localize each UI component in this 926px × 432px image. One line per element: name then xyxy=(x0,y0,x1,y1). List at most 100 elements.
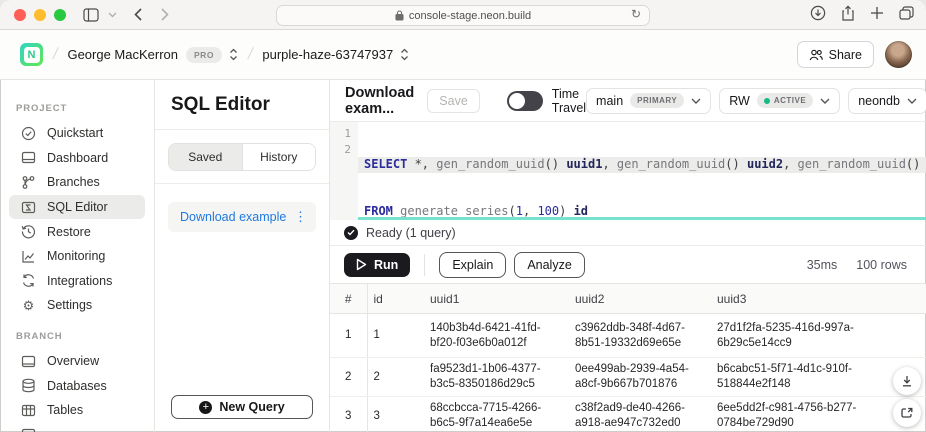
play-icon xyxy=(356,258,367,271)
save-button[interactable]: Save xyxy=(427,89,480,113)
reload-icon[interactable]: ↻ xyxy=(631,7,641,21)
new-query-button[interactable]: + New Query xyxy=(171,395,313,419)
check-circle-icon xyxy=(21,126,36,141)
address-bar[interactable]: console-stage.neon.build ↻ xyxy=(276,5,650,26)
code-editor[interactable]: 1 2 SELECT *, gen_random_uuid() uuid1, g… xyxy=(330,122,926,217)
tab-saved[interactable]: Saved xyxy=(169,144,242,170)
sidebar-item-sql-editor[interactable]: SQL Editor xyxy=(9,195,145,220)
line-number: 2 xyxy=(330,142,351,158)
column-header-index[interactable]: # xyxy=(330,284,367,314)
sidebar-item-dashboard[interactable]: Dashboard xyxy=(9,146,145,171)
active-badge: ACTIVE xyxy=(757,93,813,108)
tab-history[interactable]: History xyxy=(242,144,316,170)
sidebar-heading-project: PROJECT xyxy=(0,103,154,121)
browser-chrome: console-stage.neon.build ↻ xyxy=(0,0,926,30)
chevron-down-icon xyxy=(691,98,701,104)
chevron-down-icon xyxy=(907,98,917,104)
tab-overview-icon[interactable] xyxy=(899,6,914,25)
column-header-uuid1[interactable]: uuid1 xyxy=(418,284,563,314)
compute-select[interactable]: RW ACTIVE xyxy=(719,88,840,114)
column-header-id[interactable]: id xyxy=(367,284,418,314)
avatar[interactable] xyxy=(885,41,912,68)
table-row[interactable]: 1 1 140b3b4d-6421-41fd-bf20-f03e6b0a012f… xyxy=(330,314,926,358)
zoom-window-button[interactable] xyxy=(54,9,66,21)
close-window-button[interactable] xyxy=(14,9,26,21)
sidebar-item-quickstart[interactable]: Quickstart xyxy=(9,121,145,146)
sidebar: PROJECT Quickstart Dashboard Branches SQ… xyxy=(0,80,155,432)
minimize-window-button[interactable] xyxy=(34,9,46,21)
sidebar-item-monitoring[interactable]: Monitoring xyxy=(9,244,145,269)
history-clock-icon xyxy=(21,224,36,239)
time-travel-label: Time Travel xyxy=(552,87,586,115)
results-table-container: # id uuid1 uuid2 uuid3 1 1 140b3b4d-6421… xyxy=(330,283,926,432)
explain-button[interactable]: Explain xyxy=(439,252,506,278)
sidebar-item-partial[interactable] xyxy=(9,423,145,432)
window-icon xyxy=(21,150,36,165)
saved-query-item[interactable]: Download example ⋮ xyxy=(168,202,316,232)
share-button[interactable]: Share xyxy=(797,41,874,68)
column-header-uuid3[interactable]: uuid3 xyxy=(705,284,926,314)
toggle-knob xyxy=(509,93,525,109)
table-row[interactable]: 2 2 fa9523d1-1b06-4377-b3c5-8350186d29c5… xyxy=(330,358,926,397)
downloads-icon[interactable] xyxy=(810,5,826,26)
active-dot-icon xyxy=(764,98,770,104)
plus-circle-icon: + xyxy=(199,401,212,414)
account-selector-icon[interactable] xyxy=(229,48,238,61)
chart-icon xyxy=(21,249,36,264)
table-row[interactable]: 3 3 68ccbcca-7715-4266-b6c5-9f7a14ea6e5e… xyxy=(330,397,926,432)
breadcrumb-project[interactable]: purple-haze-63747937 xyxy=(262,47,393,62)
code-line-1[interactable]: SELECT *, gen_random_uuid() uuid1, gen_r… xyxy=(358,157,926,173)
sidebar-item-tables[interactable]: Tables xyxy=(9,398,145,423)
table-icon xyxy=(21,403,36,418)
sidebar-item-integrations[interactable]: Integrations xyxy=(9,269,145,294)
plan-badge: PRO xyxy=(186,47,222,63)
analyze-button[interactable]: Analyze xyxy=(514,252,584,278)
lock-icon xyxy=(395,10,404,21)
kebab-menu-icon[interactable]: ⋮ xyxy=(294,209,307,225)
line-number-gutter: 1 2 xyxy=(330,122,358,217)
sidebar-heading-branch: BRANCH xyxy=(0,331,154,349)
new-tab-icon[interactable] xyxy=(870,6,884,25)
browser-window: console-stage.neon.build ↻ N / George Ma… xyxy=(0,0,926,432)
download-results-button[interactable] xyxy=(893,367,921,395)
sidebar-item-restore[interactable]: Restore xyxy=(9,219,145,244)
code-lines[interactable]: SELECT *, gen_random_uuid() uuid1, gen_r… xyxy=(358,122,926,217)
neon-logo-icon[interactable]: N xyxy=(20,43,43,66)
window-icon xyxy=(21,354,36,369)
forward-button-icon[interactable] xyxy=(161,8,169,21)
code-line-2[interactable]: FROM generate_series(1, 100) id xyxy=(358,204,926,218)
app-header: N / George MacKerron PRO / purple-haze-6… xyxy=(0,30,926,80)
url-text: console-stage.neon.build xyxy=(409,10,531,22)
run-button[interactable]: Run xyxy=(344,253,410,277)
query-actions: Run Explain Analyze 35ms 100 rows xyxy=(330,246,926,283)
breadcrumb-divider: / xyxy=(51,46,59,64)
sidebar-item-databases[interactable]: Databases xyxy=(9,373,145,398)
sidebar-item-branches[interactable]: Branches xyxy=(9,170,145,195)
gear-icon: ⚙ xyxy=(21,298,36,313)
editor-toolbar: Download exam... Save Time Travel main P… xyxy=(330,80,926,122)
share-page-icon[interactable] xyxy=(841,5,855,26)
actions-divider xyxy=(424,254,425,276)
sidebar-toggle-icon[interactable] xyxy=(83,8,99,22)
time-travel-toggle[interactable] xyxy=(507,91,543,111)
project-selector-icon[interactable] xyxy=(400,48,409,61)
branch-select[interactable]: main PRIMARY xyxy=(586,88,711,114)
chevron-down-icon xyxy=(820,98,830,104)
status-bar: Ready (1 query) xyxy=(330,220,926,246)
column-header-uuid2[interactable]: uuid2 xyxy=(563,284,705,314)
window-controls[interactable] xyxy=(14,9,66,21)
database-icon xyxy=(21,378,36,393)
expand-results-button[interactable] xyxy=(893,399,921,427)
sidebar-chevron-icon[interactable] xyxy=(108,12,117,18)
saved-history-tabs: Saved History xyxy=(168,143,316,171)
primary-badge: PRIMARY xyxy=(630,93,684,108)
breadcrumb-account[interactable]: George MacKerron xyxy=(67,47,178,62)
query-title: Download exam... xyxy=(345,85,414,117)
results-table: # id uuid1 uuid2 uuid3 1 1 140b3b4d-6421… xyxy=(330,283,926,432)
partial-icon xyxy=(21,427,36,432)
query-duration: 35ms xyxy=(807,258,838,272)
sidebar-item-settings[interactable]: ⚙ Settings xyxy=(9,293,145,318)
sidebar-item-overview[interactable]: Overview xyxy=(9,349,145,374)
back-button-icon[interactable] xyxy=(134,8,142,21)
database-select[interactable]: neondb xyxy=(848,88,926,114)
